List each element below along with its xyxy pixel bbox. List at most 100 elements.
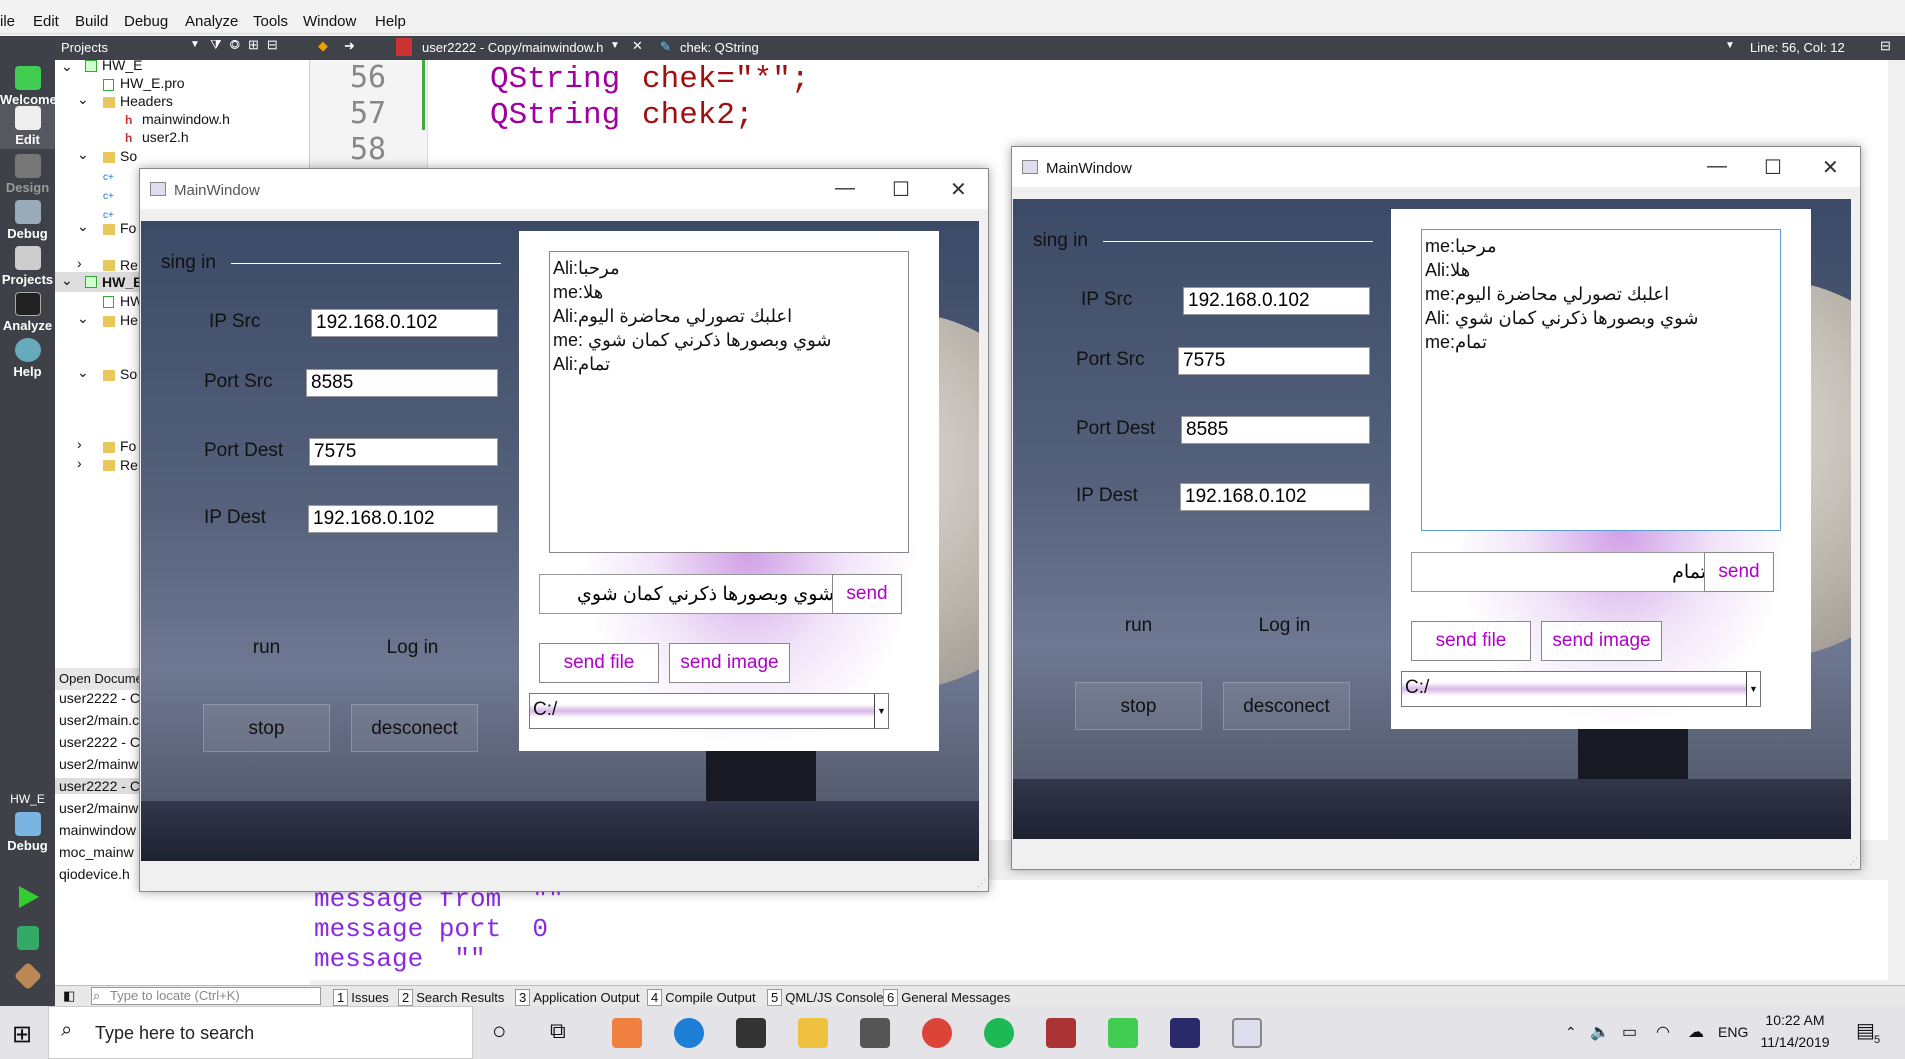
battery-icon[interactable]: ▭ <box>1622 1022 1637 1042</box>
mode-edit[interactable]: Edit <box>0 104 55 149</box>
close-icon[interactable]: ✕ <box>950 177 967 202</box>
title-bar[interactable]: MainWindow — ☐ ✕ <box>140 169 988 209</box>
xampp-icon[interactable] <box>612 1018 642 1048</box>
port-src-input[interactable]: 7575 <box>1178 347 1370 375</box>
pane-search-results[interactable]: 2 Search Results <box>398 989 504 1006</box>
port-dest-input[interactable]: 7575 <box>309 438 498 466</box>
tree-item[interactable]: mainwindow.h <box>142 111 230 127</box>
editor-scrollbar[interactable] <box>1888 60 1905 985</box>
clock-time[interactable]: 10:22 AM <box>1760 1012 1830 1028</box>
maximize-icon[interactable]: ☐ <box>892 177 910 202</box>
tree-expander[interactable]: › <box>77 455 82 471</box>
send-image-button[interactable]: send image <box>669 643 790 683</box>
chevron-down-icon[interactable]: ▼ <box>874 694 888 728</box>
wifi-icon[interactable]: ◠ <box>1656 1022 1670 1042</box>
send-file-button[interactable]: send file <box>539 643 659 683</box>
kit-selector[interactable]: Debug <box>0 812 55 853</box>
tree-expander[interactable]: ⌄ <box>77 91 89 108</box>
menu-edit[interactable]: Edit <box>33 13 59 30</box>
minimize-icon[interactable]: — <box>835 177 855 200</box>
windows-start-icon[interactable]: ⊞ <box>12 1020 32 1049</box>
stop-button[interactable]: stop <box>1075 682 1202 730</box>
edge-icon[interactable] <box>674 1018 704 1048</box>
path-combobox[interactable]: C:/ ▼ <box>529 693 889 729</box>
tree-item[interactable]: HW_E.pro <box>120 75 185 91</box>
tree-item[interactable]: Fo <box>120 220 136 236</box>
tree-expander[interactable]: ⌄ <box>77 146 89 163</box>
tree-expander[interactable]: › <box>77 436 82 452</box>
notifications-icon[interactable]: ▤ <box>1856 1018 1875 1043</box>
open-doc-item[interactable]: user2/mainw <box>59 756 138 772</box>
volume-icon[interactable]: 🔈 <box>1590 1022 1610 1042</box>
title-bar[interactable]: MainWindow — ☐ ✕ <box>1012 147 1860 187</box>
tree-expander[interactable]: ⌄ <box>61 272 73 289</box>
open-doc-item[interactable]: moc_mainw <box>59 844 134 860</box>
tree-item[interactable]: So <box>120 148 137 164</box>
chat-log[interactable]: Ali:مرحبا me:هلا Ali:اعلبك تصورلي محاضرة… <box>549 251 909 553</box>
resize-grip-icon[interactable]: ⋰ <box>977 878 986 889</box>
message-input[interactable]: شوي وبصورها ذكرني كمان شوي <box>539 574 839 614</box>
ip-dest-input[interactable]: 192.168.0.102 <box>308 505 498 533</box>
menu-analyze[interactable]: Analyze <box>185 13 238 30</box>
run-button[interactable] <box>0 886 55 910</box>
app-window-icon[interactable] <box>1232 1018 1262 1048</box>
split-icon[interactable]: ⊟ <box>1880 38 1891 54</box>
path-combobox[interactable]: C:/ ▼ <box>1401 671 1761 707</box>
tree-item[interactable]: user2.h <box>142 129 189 145</box>
sidebar-toggle-icon[interactable]: ◧ <box>63 988 75 1004</box>
chevron-down-icon[interactable]: ▼ <box>1746 672 1760 706</box>
forward-icon[interactable]: ➜ <box>344 38 355 54</box>
pane-qml-console[interactable]: 5 QML/JS Console <box>767 989 884 1006</box>
send-file-button[interactable]: send file <box>1411 621 1531 661</box>
port-src-input[interactable]: 8585 <box>306 369 498 397</box>
pane-compile-output[interactable]: 4 Compile Output <box>647 989 756 1006</box>
tree-expander[interactable]: ⌄ <box>77 310 89 327</box>
menu-build[interactable]: Build <box>75 13 108 30</box>
chrome-icon[interactable] <box>922 1018 952 1048</box>
menu-file[interactable]: ile <box>0 13 15 30</box>
mode-debug[interactable]: Debug <box>0 200 55 241</box>
cortana-icon[interactable]: ○ <box>492 1018 507 1046</box>
taskbar-search[interactable]: ⌕ Type here to search <box>48 1006 473 1059</box>
phpstorm-icon[interactable] <box>1170 1018 1200 1048</box>
open-doc-item[interactable]: user2/mainw <box>59 800 138 816</box>
mode-projects[interactable]: Projects <box>0 246 55 287</box>
mode-welcome[interactable]: Welcome <box>0 66 57 107</box>
ip-dest-input[interactable]: 192.168.0.102 <box>1180 483 1370 511</box>
spotify-icon[interactable] <box>984 1018 1014 1048</box>
menu-window[interactable]: Window <box>303 13 356 30</box>
disconnect-button[interactable]: desconect <box>351 704 478 752</box>
mode-help[interactable]: Help <box>0 338 55 379</box>
tree-item[interactable]: Headers <box>120 93 173 109</box>
open-doc-item[interactable]: qiodevice.h <box>59 866 130 882</box>
mail-icon[interactable] <box>860 1018 890 1048</box>
open-doc-item[interactable]: user2/main.c <box>59 712 139 728</box>
send-image-button[interactable]: send image <box>1541 621 1662 661</box>
network-icon[interactable]: ☁ <box>1688 1022 1704 1042</box>
pane-general-messages[interactable]: 6 General Messages <box>883 989 1010 1006</box>
ip-src-input[interactable]: 192.168.0.102 <box>311 309 498 337</box>
winrar-icon[interactable] <box>1046 1018 1076 1048</box>
editor-file-tab[interactable]: user2222 - Copy/mainwindow.h <box>422 40 603 55</box>
mode-design[interactable]: Design <box>0 154 55 195</box>
pane-application-output[interactable]: 3 Application Output <box>515 989 639 1006</box>
open-doc-item[interactable]: mainwindow <box>59 822 136 838</box>
debug-run-button[interactable] <box>0 926 55 952</box>
projects-pane-header[interactable]: Projects ▼ ⧩◎⊞⊟ <box>55 36 310 60</box>
tree-item[interactable]: Fo <box>120 438 136 454</box>
file-explorer-icon[interactable] <box>798 1018 828 1048</box>
ip-src-input[interactable]: 192.168.0.102 <box>1183 287 1370 315</box>
run-button[interactable]: run <box>203 624 330 672</box>
open-doc-item[interactable]: user2222 - C <box>59 734 140 750</box>
open-doc-item[interactable]: user2222 - C <box>59 690 140 706</box>
message-input[interactable]: تمام <box>1411 552 1711 592</box>
tree-item[interactable]: He <box>120 312 138 328</box>
chat-log[interactable]: me:مرحبا Ali:هلا me:اعلبك تصورلي محاضرة … <box>1421 229 1781 531</box>
maximize-icon[interactable]: ☐ <box>1764 155 1782 180</box>
tree-expander[interactable]: ⌄ <box>77 364 89 381</box>
tree-expander[interactable]: ⌄ <box>77 218 89 235</box>
port-dest-input[interactable]: 8585 <box>1181 416 1370 444</box>
mode-analyze[interactable]: Analyze <box>0 292 55 333</box>
minimize-icon[interactable]: — <box>1707 155 1727 178</box>
tree-expander[interactable]: ⌄ <box>61 58 73 75</box>
